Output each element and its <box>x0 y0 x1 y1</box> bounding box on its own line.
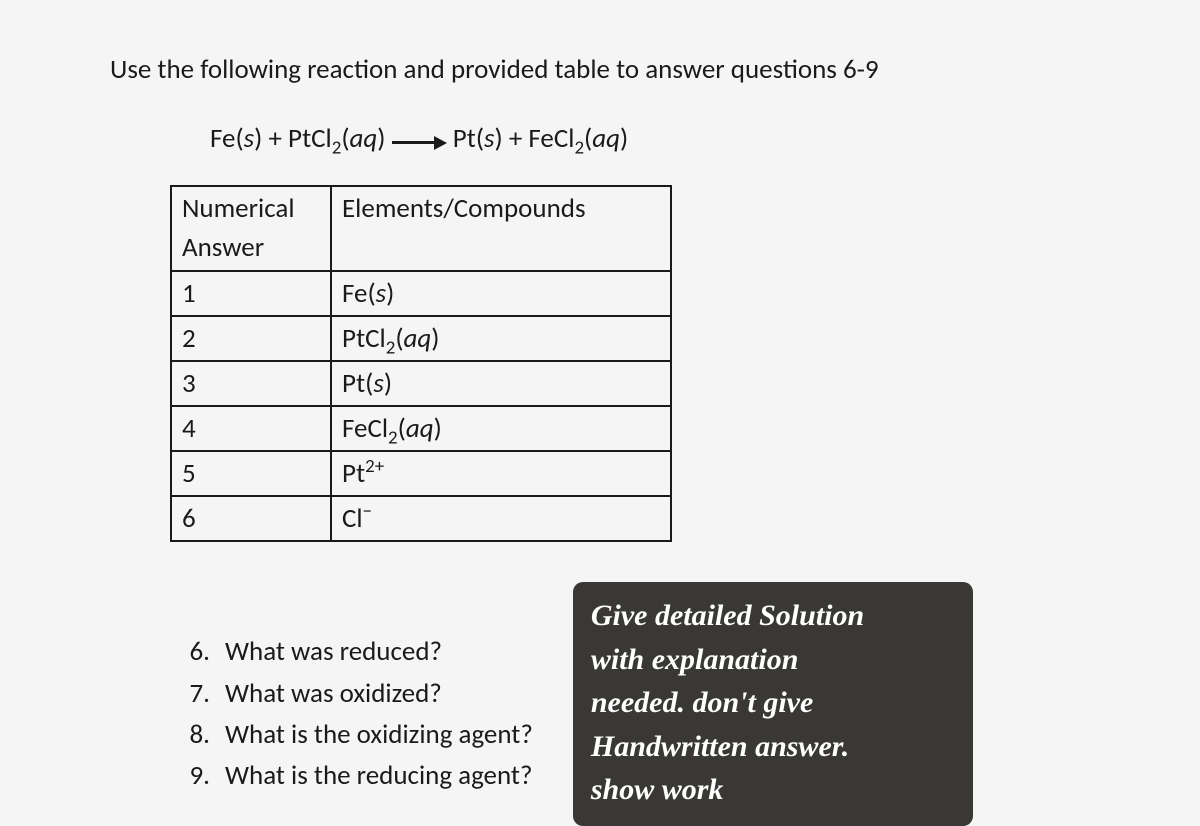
question-item: 8. What is the oxidizing agent? <box>180 715 533 754</box>
reactant-1: Fe(s) <box>210 122 262 155</box>
note-line: needed. don't give <box>591 681 955 725</box>
question-text: What was reduced? <box>225 632 442 671</box>
cell-num: 1 <box>171 271 331 316</box>
cell-num: 6 <box>171 496 331 541</box>
question-number: 7. <box>180 674 210 713</box>
question-item: 6. What was reduced? <box>180 632 533 671</box>
header-compounds: Elements/Compounds <box>331 186 671 270</box>
cell-num: 4 <box>171 406 331 451</box>
table-header-row: Numerical Answer Elements/Compounds <box>171 186 671 270</box>
cell-compound: PtCl2(aq) <box>331 316 671 361</box>
question-list: 6. What was reduced? 7. What was oxidize… <box>180 632 533 797</box>
cell-compound: Pt(s) <box>331 361 671 406</box>
cell-compound: Pt2+ <box>331 451 671 496</box>
answer-table: Numerical Answer Elements/Compounds 1 Fe… <box>170 185 672 542</box>
question-item: 7. What was oxidized? <box>180 674 533 713</box>
note-line: show work <box>591 768 955 812</box>
note-line: Give detailed Solution <box>591 594 955 638</box>
table-row: 6 Cl− <box>171 496 671 541</box>
reactant-2: PtCl2(aq) <box>288 122 385 155</box>
product-1: Pt(s) <box>453 122 503 155</box>
cell-num: 2 <box>171 316 331 361</box>
reaction-equation: Fe(s) + PtCl2(aq) Pt(s) + FeCl2(aq) <box>210 119 1090 160</box>
reaction-arrow-icon <box>392 121 447 160</box>
cell-num: 3 <box>171 361 331 406</box>
note-line: Handwritten answer. <box>591 725 955 769</box>
table-row: 4 FeCl2(aq) <box>171 406 671 451</box>
table-row: 1 Fe(s) <box>171 271 671 316</box>
header-numerical: Numerical Answer <box>171 186 331 270</box>
question-text: What is the reducing agent? <box>225 756 532 795</box>
cell-compound: Cl− <box>331 496 671 541</box>
table-row: 5 Pt2+ <box>171 451 671 496</box>
question-text: What is the oxidizing agent? <box>225 715 533 754</box>
table-row: 3 Pt(s) <box>171 361 671 406</box>
question-number: 9. <box>180 756 210 795</box>
instruction-callout: Give detailed Solution with explanation … <box>573 582 973 826</box>
note-line: with explanation <box>591 638 955 682</box>
table-row: 2 PtCl2(aq) <box>171 316 671 361</box>
question-number: 6. <box>180 632 210 671</box>
question-text: What was oxidized? <box>225 674 442 713</box>
cell-compound: Fe(s) <box>331 271 671 316</box>
instruction-text: Use the following reaction and provided … <box>110 50 1090 89</box>
product-2: FeCl2(aq) <box>528 122 628 155</box>
cell-num: 5 <box>171 451 331 496</box>
question-number: 8. <box>180 715 210 754</box>
question-item: 9. What is the reducing agent? <box>180 756 533 795</box>
cell-compound: FeCl2(aq) <box>331 406 671 451</box>
